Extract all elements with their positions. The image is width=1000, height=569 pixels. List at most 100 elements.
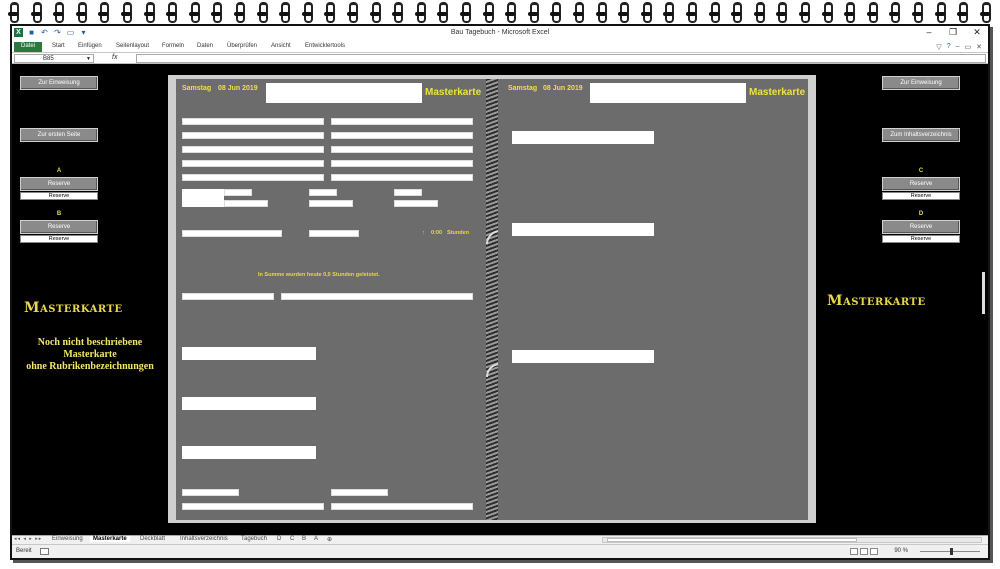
reserve-b-button[interactable]: Reserve <box>20 220 98 234</box>
left-header-field[interactable] <box>266 83 422 103</box>
sheet-nav-arrows[interactable]: ◂◂ ◂ ▸ ▸▸ <box>14 536 42 542</box>
name-box[interactable]: B85 ▼ <box>14 54 94 63</box>
left-field-row[interactable] <box>331 146 473 153</box>
left-block-field[interactable] <box>182 189 224 207</box>
sheet-tab-a[interactable]: A <box>314 536 318 542</box>
close-button[interactable]: ✕ <box>972 27 982 38</box>
left-field-row[interactable] <box>182 489 239 496</box>
go-to-index-button[interactable]: Zum Inhaltsverzeichnis <box>882 128 960 142</box>
left-field-row[interactable] <box>331 174 473 181</box>
zoom-slider-knob[interactable] <box>950 548 953 555</box>
title-bar: X ■ ↶ ↷ ▭ ▾ Bau Tagebuch - Microsoft Exc… <box>12 26 988 42</box>
left-field-row[interactable] <box>331 132 473 139</box>
help-icon[interactable]: ? <box>947 43 951 51</box>
right-date: 08 Jun 2019 <box>543 85 583 92</box>
right-wide-field[interactable] <box>512 350 654 363</box>
sheet-tab-deckblatt[interactable]: Deckblatt <box>140 536 165 542</box>
spiral-ring <box>527 2 539 23</box>
right-header-field[interactable] <box>590 83 746 103</box>
left-small-field[interactable] <box>309 200 353 207</box>
tab-review[interactable]: Überprüfen <box>227 43 257 49</box>
spiral-ring <box>573 2 584 23</box>
tab-page-layout[interactable]: Seitenlayout <box>116 43 149 49</box>
left-field-row[interactable] <box>182 174 324 181</box>
left-field-row[interactable] <box>182 230 282 237</box>
minimize-button[interactable]: – <box>924 27 934 38</box>
page-layout-view-icon[interactable] <box>860 548 868 555</box>
left-field-row[interactable] <box>331 503 473 510</box>
tab-view[interactable]: Ansicht <box>271 43 291 49</box>
left-field-row[interactable] <box>182 160 324 167</box>
sheet-tab-tagebuch[interactable]: Tagebuch <box>241 536 267 542</box>
go-to-first-page-button[interactable]: Zur ersten Seite <box>20 128 98 142</box>
horizontal-scrollbar-thumb[interactable] <box>607 538 857 542</box>
sheet-tab-d[interactable]: D <box>277 536 281 542</box>
spiral-ring <box>392 2 404 23</box>
reserve-c-field: Reserve <box>882 192 960 200</box>
left-field-row[interactable] <box>182 293 274 300</box>
spiral-ring <box>550 2 562 23</box>
left-small-field[interactable] <box>224 189 252 196</box>
sheet-tab-b[interactable]: B <box>302 536 306 542</box>
left-field-row[interactable] <box>182 503 324 510</box>
spiral-ring <box>121 2 132 23</box>
ribbon-restore-icon[interactable]: ▭ <box>965 43 972 51</box>
chevron-down-icon[interactable]: ▼ <box>86 55 91 63</box>
left-field-row[interactable] <box>182 146 324 153</box>
left-field-row[interactable] <box>281 293 473 300</box>
right-wide-field[interactable] <box>512 131 654 144</box>
ribbon-minimize-icon[interactable]: – <box>956 43 960 51</box>
spiral-ring <box>866 2 878 23</box>
worksheet[interactable]: Zur Einweisung Zur ersten Seite A Reserv… <box>12 64 988 535</box>
sheet-tabs-bar: ◂◂ ◂ ▸ ▸▸ Einweisung Masterkarte Deckbla… <box>12 535 988 544</box>
ribbon-close-icon[interactable]: ✕ <box>976 43 982 51</box>
spiral-ring <box>776 2 788 23</box>
left-field-row[interactable] <box>309 230 359 237</box>
spiral-ring <box>799 2 810 23</box>
formula-input[interactable] <box>136 54 986 63</box>
spiral-ring <box>211 2 223 23</box>
left-field-row[interactable] <box>182 132 324 139</box>
left-wide-field[interactable] <box>182 397 316 410</box>
zoom-slider[interactable] <box>920 548 980 555</box>
sheet-tab-c[interactable]: C <box>290 536 294 542</box>
tab-insert[interactable]: Einfügen <box>78 43 102 49</box>
left-wide-field[interactable] <box>182 347 316 360</box>
vertical-scrollbar[interactable] <box>980 64 988 535</box>
new-sheet-icon[interactable]: ⊕ <box>327 536 332 543</box>
ribbon-collapse-icon[interactable]: ▽ <box>936 43 941 51</box>
function-icon[interactable]: fx <box>112 54 117 61</box>
tab-start[interactable]: Start <box>52 43 65 49</box>
tab-file[interactable]: Datei <box>14 42 43 52</box>
left-wide-field[interactable] <box>182 446 316 459</box>
left-small-field[interactable] <box>309 189 337 196</box>
left-field-row[interactable] <box>331 160 473 167</box>
sheet-tab-inhaltsverzeichnis[interactable]: Inhaltsverzeichnis <box>180 536 228 542</box>
left-page-title: Masterkarte <box>425 87 482 98</box>
left-field-row[interactable] <box>331 118 473 125</box>
left-small-field[interactable] <box>224 200 268 207</box>
spiral-ring <box>8 2 19 23</box>
left-small-field[interactable] <box>394 200 438 207</box>
tab-developer[interactable]: Entwicklertools <box>305 43 345 49</box>
right-wide-field[interactable] <box>512 223 654 236</box>
sheet-tab-einweisung[interactable]: Einweisung <box>52 536 83 542</box>
sheet-tab-masterkarte[interactable]: Masterkarte <box>90 536 130 542</box>
zoom-level[interactable]: 90 % <box>894 548 908 554</box>
left-field-row[interactable] <box>331 489 388 496</box>
reserve-c-button[interactable]: Reserve <box>882 177 960 191</box>
reserve-d-button[interactable]: Reserve <box>882 220 960 234</box>
go-to-intro-button-right[interactable]: Zur Einweisung <box>882 76 960 90</box>
left-small-field[interactable] <box>394 189 422 196</box>
reserve-a-button[interactable]: Reserve <box>20 177 98 191</box>
tab-formulas[interactable]: Formeln <box>162 43 184 49</box>
horizontal-scrollbar[interactable] <box>602 537 982 543</box>
macro-record-icon[interactable] <box>40 548 49 555</box>
restore-button[interactable]: ❐ <box>948 27 958 38</box>
go-to-intro-button-left[interactable]: Zur Einweisung <box>20 76 98 90</box>
normal-view-icon[interactable] <box>850 548 858 555</box>
page-break-view-icon[interactable] <box>870 548 878 555</box>
vertical-scrollbar-thumb[interactable] <box>982 272 985 314</box>
tab-data[interactable]: Daten <box>197 43 213 49</box>
left-field-row[interactable] <box>182 118 324 125</box>
